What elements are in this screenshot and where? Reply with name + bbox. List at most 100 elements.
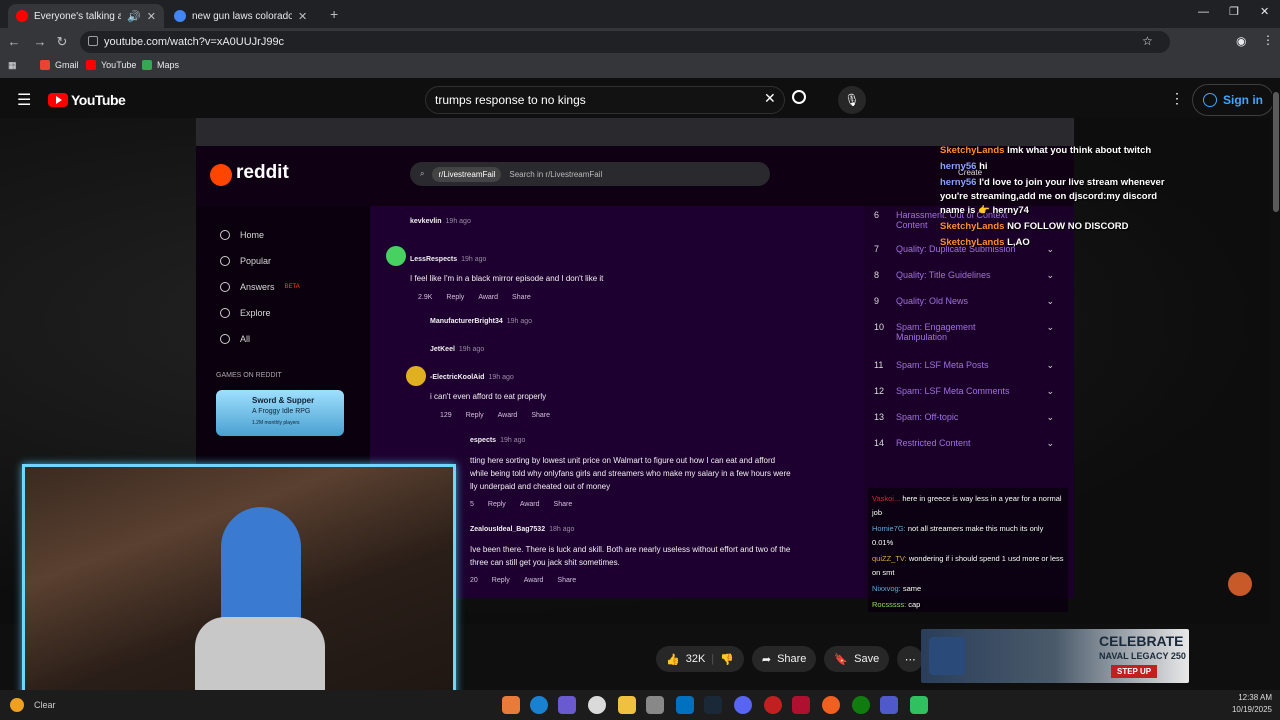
vote-count: 2.9K [418,294,433,301]
steam-icon[interactable] [704,696,722,714]
maximize-icon[interactable]: ❐ [1229,5,1239,18]
chat-user: Vaskoi... [872,494,901,503]
nav-all: All [220,334,250,344]
overlay-chat-line: Vaskoi... here in greece is way less in … [872,492,1064,520]
reload-icon[interactable]: ↻ [52,32,72,52]
sign-in-button[interactable]: Sign in [1192,84,1274,116]
scrollbar-thumb[interactable] [1273,92,1279,212]
chat-msg: hi [979,161,988,172]
xbox-icon[interactable] [852,696,870,714]
youtube-logo[interactable]: YouTube [48,92,126,108]
microphone-icon[interactable]: 🎙 [838,86,866,114]
bookmark-youtube[interactable]: YouTube [86,60,136,70]
chat-user: herny56 [940,177,977,188]
ad-subtitle: NAVAL LEGACY 250 [1099,651,1186,661]
apps-icon[interactable]: ▦ [8,60,17,71]
chat-user: SketchyLands [940,145,1005,156]
more-actions-icon[interactable]: ⋯ [897,646,924,672]
back-icon[interactable]: ← [4,32,24,52]
ad-cta-button[interactable]: STEP UP [1111,665,1158,678]
url-input[interactable]: youtube.com/watch?v=xA0UUJrJ99c [80,31,1170,53]
clear-search-icon[interactable]: ✕ [764,90,776,107]
teams-icon[interactable] [880,696,898,714]
thumbs-down-icon[interactable]: 👎 [720,653,734,666]
rule-item: 9 Quality: Old News ⌄ [874,296,1054,306]
save-icon: 🔖 [834,653,849,666]
forward-icon[interactable]: → [30,32,50,52]
chevron-down-icon: ⌄ [1046,296,1054,306]
app-icon[interactable] [764,696,782,714]
tab-google[interactable]: new gun laws colorado 2025 - G ✕ [166,4,322,28]
ad-logo-icon [929,637,965,675]
outlook-icon[interactable] [676,696,694,714]
profile-icon[interactable]: ◉ [1236,34,1246,48]
overlay-chat-line: Rocsssss: cap [872,598,1064,612]
close-tab-icon[interactable]: ✕ [147,10,156,23]
like-button[interactable]: 👍 32K | 👎 [656,646,744,672]
channel-avatar[interactable] [1228,572,1252,596]
save-button[interactable]: 🔖 Save [824,646,890,672]
share-icon: ➦ [761,653,772,666]
vote-count: 5 [470,501,474,508]
nav-label: Answers [240,282,275,292]
nav-popular: Popular [220,256,271,266]
ad-banner[interactable]: CELEBRATE NAVAL LEGACY 250 STEP UP [921,629,1189,683]
clock-date[interactable]: 10/19/2025 [1222,705,1272,714]
search-input[interactable]: trumps response to no kings [425,86,785,114]
youtube-favicon-icon [16,10,28,22]
comment-user: kevkevlin [410,218,442,225]
rule-label: Quality: Title Guidelines [896,270,991,280]
reply-label: Reply [446,294,465,301]
tab-youtube[interactable]: Everyone's talking about th 🔊 ✕ [8,4,164,28]
reddit-browser-tabs [196,118,1074,146]
comment-time: 19h ago [488,374,514,381]
minimize-icon[interactable]: — [1198,6,1209,18]
beta-badge: BETA [284,284,300,290]
comment-text: while being told why onlyfans girls and … [470,469,791,478]
copilot-icon[interactable] [558,696,576,714]
edge-icon[interactable] [530,696,548,714]
search-icon[interactable] [792,90,806,104]
share-label: Share [777,653,807,665]
vote-count: 129 [440,412,452,419]
chat-user: Nixxvog: [872,584,901,593]
weather-icon[interactable] [10,698,24,712]
discord-icon[interactable] [734,696,752,714]
bookmark-gmail[interactable]: Gmail [40,60,79,70]
clock-time[interactable]: 12:38 AM [1228,693,1272,702]
app-icon[interactable] [822,696,840,714]
app-icon[interactable] [502,696,520,714]
comment-time: 19h ago [445,218,471,225]
search-value: trumps response to no kings [435,93,586,107]
comment-user: ZealousIdeal_Bag7532 [470,526,546,533]
close-window-icon[interactable]: ✕ [1260,5,1269,18]
rule-number: 12 [874,386,885,396]
file-explorer-icon[interactable] [618,696,636,714]
bookmark-star-icon[interactable]: ☆ [1142,34,1153,48]
comment-time: 19h ago [458,346,485,353]
menu-kebab-icon[interactable]: ⋮ [1262,33,1274,47]
hamburger-menu-icon[interactable]: ☰ [17,90,31,110]
sign-in-label: Sign in [1223,93,1263,107]
close-tab-icon[interactable]: ✕ [298,10,307,23]
chevron-down-icon: ⌄ [1046,270,1054,280]
app-icon[interactable] [792,696,810,714]
avatar [386,246,406,266]
bookmark-maps[interactable]: Maps [142,60,179,70]
share-label: Share [512,294,531,301]
overlay-chat-line: quiZZ_TV: wondering if i should spend 1 … [872,552,1064,580]
chrome-icon[interactable] [588,696,606,714]
comment-user: JetKeel [430,346,455,353]
reply-label: Reply [465,412,484,419]
settings-kebab-icon[interactable]: ⋮ [1170,90,1184,107]
share-button[interactable]: ➦ Share [751,646,817,672]
tab-title: Everyone's talking about th [34,10,122,22]
reddit-search-placeholder: Search in r/LivestreamFail [509,169,603,179]
page-scrollbar[interactable] [1272,82,1280,690]
store-icon[interactable] [646,696,664,714]
site-info-icon[interactable] [88,36,98,46]
game-card: Sword & Supper A Froggy Idle RPG 1.2M mo… [216,390,344,436]
speaker-icon[interactable]: 🔊 [127,10,141,23]
app-icon[interactable] [910,696,928,714]
new-tab-icon[interactable]: + [330,6,338,22]
